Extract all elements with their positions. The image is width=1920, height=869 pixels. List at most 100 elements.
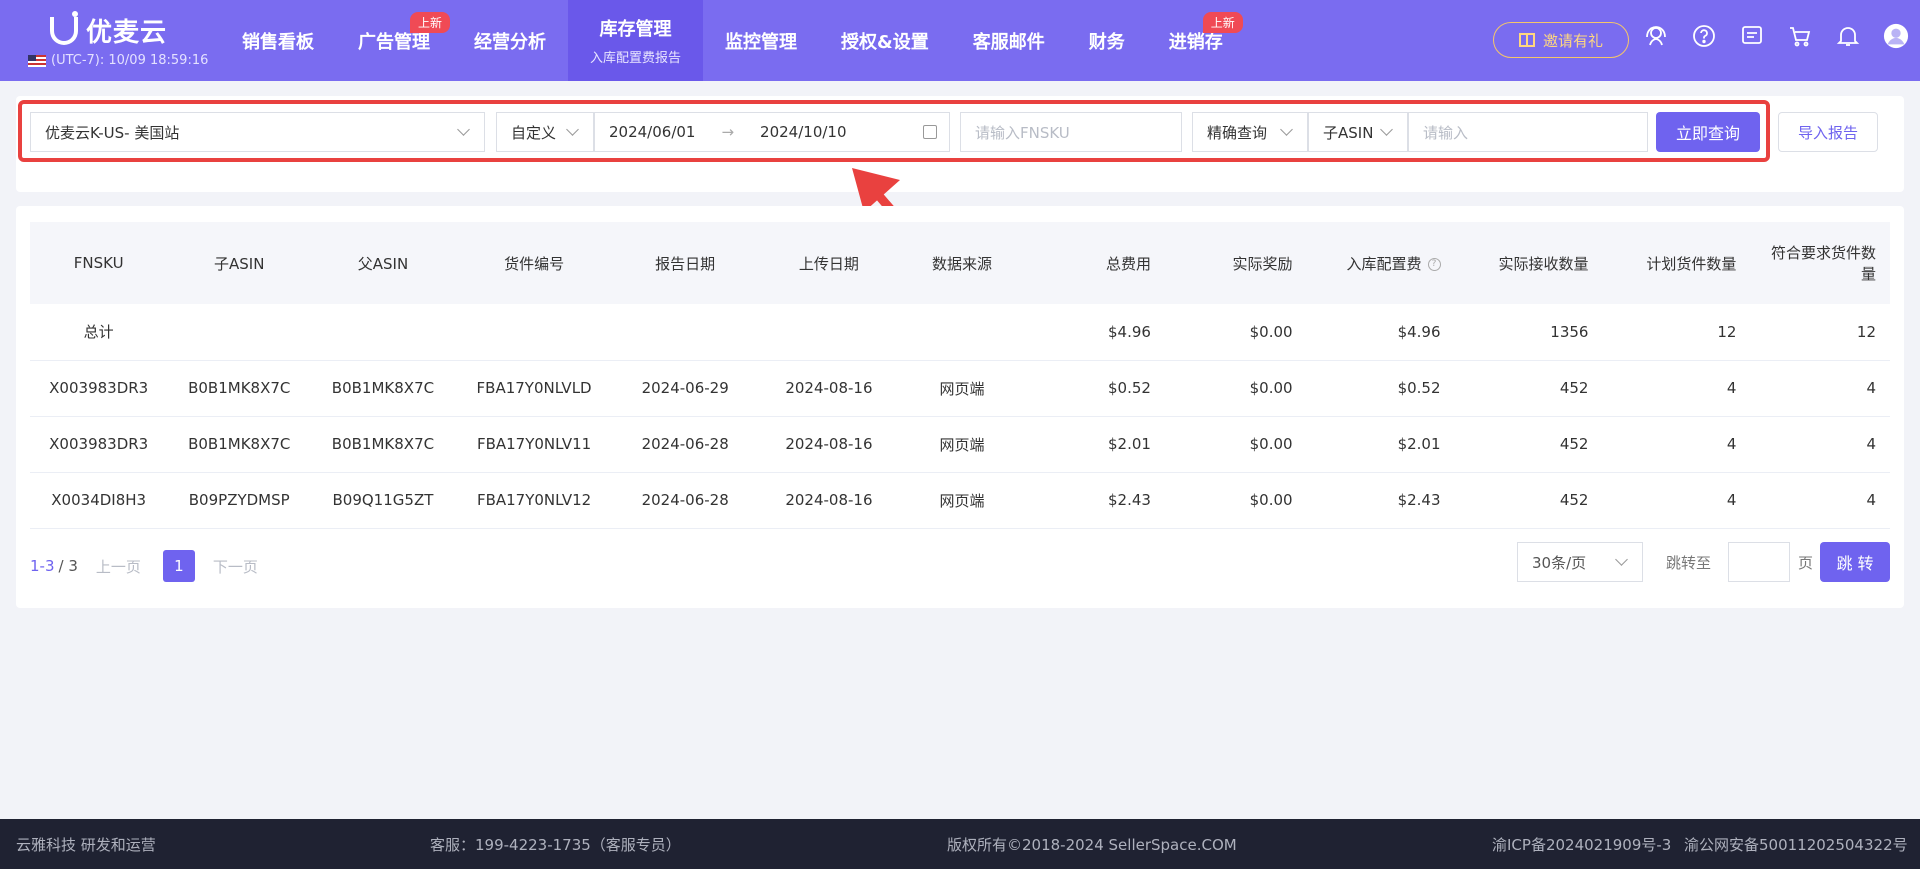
jump-unit: 页	[1798, 554, 1814, 572]
column-header[interactable]: 数据来源	[900, 222, 1024, 304]
logo-text: 优麦云	[86, 18, 168, 48]
nav-item-6[interactable]: 客服邮件	[951, 0, 1067, 81]
column-header[interactable]: 实际奖励	[1164, 222, 1307, 304]
column-header-label: 货件编号	[504, 254, 565, 273]
gift-icon	[1518, 33, 1535, 47]
footer-icp[interactable]: 渝ICP备2024021909号-3	[1492, 834, 1671, 855]
cell-planned: 4	[1602, 472, 1751, 529]
empty-cell	[900, 304, 1024, 361]
table-row[interactable]: X0034DI8H3 B09PZYDMSP B09Q11G5ZT FBA17Y0NLV…	[30, 472, 1890, 529]
prev-page-button[interactable]: 上一页	[96, 556, 141, 577]
total-total-fee: $4.96	[1023, 304, 1165, 361]
header-icons	[1642, 22, 1910, 50]
column-header[interactable]: 计划货件数量	[1602, 222, 1751, 304]
column-header-label: 上传日期	[798, 254, 859, 273]
nav-item-3[interactable]: 库存管理 入库配置费报告	[568, 0, 704, 81]
cell-child-asin: B0B1MK8X7C	[167, 416, 312, 473]
help-icon[interactable]	[1690, 22, 1718, 50]
invite-label: 邀请有礼	[1542, 31, 1603, 50]
nav-item-1[interactable]: 广告管理 上新	[336, 0, 452, 81]
page-size-value: 30条/页	[1532, 553, 1587, 572]
cell-inbound-fee: $0.52	[1306, 360, 1455, 417]
cell-qualified: 4	[1750, 416, 1890, 473]
footer-police[interactable]: 渝公网安备50011202504322号	[1684, 834, 1908, 855]
column-header[interactable]: 实际接收数量	[1454, 222, 1603, 304]
cell-fnsku: X0034DI8H3	[30, 472, 168, 529]
cell-shipment: FBA17Y0NLV12	[454, 472, 614, 529]
cell-child-asin: B09PZYDMSP	[167, 472, 312, 529]
column-header[interactable]: 入库配置费?	[1306, 222, 1455, 304]
nav-item-2[interactable]: 经营分析	[452, 0, 568, 81]
nav-item-0[interactable]: 销售看板	[220, 0, 336, 81]
cell-total-fee: $2.43	[1023, 472, 1165, 529]
jump-button[interactable]: 跳 转	[1820, 542, 1890, 582]
nav-item-label: 监控管理	[725, 31, 798, 53]
table-row[interactable]: X003983DR3 B0B1MK8X7C B0B1MK8X7C FBA17Y0NLV…	[30, 360, 1890, 417]
help-icon[interactable]: ?	[1427, 257, 1441, 271]
column-header[interactable]: 父ASIN	[311, 222, 455, 304]
user-avatar-icon[interactable]	[1882, 22, 1910, 50]
pagination: 1-3 / 3 上一页 1 下一页	[30, 550, 258, 582]
logo-icon	[50, 10, 78, 45]
table-body: 总计 $4.96 $0.00 $4.96 1356 12 12 X003983DR3 B0B1M…	[30, 304, 1890, 529]
empty-cell	[454, 304, 614, 361]
total-inbound-fee: $4.96	[1306, 304, 1455, 361]
service-icon[interactable]	[1642, 22, 1670, 50]
page-size-select[interactable]: 30条/页	[1517, 542, 1643, 582]
cell-parent-asin: B09Q11G5ZT	[311, 472, 455, 529]
jump-page-input[interactable]	[1728, 542, 1790, 582]
column-header[interactable]: FNSKU	[30, 222, 168, 304]
nav-item-sub[interactable]: 入库配置费报告	[590, 47, 681, 66]
column-header[interactable]: 符合要求货件数量	[1750, 222, 1890, 304]
cell-report-date: 2024-06-28	[613, 416, 758, 473]
inbound-fee-table: FNSKU 子ASIN 父ASIN 货件编号 报告日期 上传日期 数据来源 总费用 实际奖励 入库…	[30, 222, 1890, 529]
message-icon[interactable]	[1738, 22, 1766, 50]
invite-button[interactable]: 邀请有礼	[1493, 22, 1629, 58]
nav-item-7[interactable]: 财务	[1067, 0, 1147, 81]
bell-icon[interactable]	[1834, 22, 1862, 50]
column-header-label: 总费用	[1105, 254, 1151, 273]
cell-report-date: 2024-06-29	[613, 360, 758, 417]
column-header-label: FNSKU	[73, 254, 124, 272]
footer-company: 云雅科技 研发和运营	[16, 836, 156, 854]
import-report-button[interactable]: 导入报告	[1778, 112, 1878, 152]
cart-icon[interactable]	[1786, 22, 1814, 50]
column-header[interactable]: 货件编号	[454, 222, 614, 304]
new-badge: 上新	[409, 12, 450, 33]
cell-total-fee: $0.52	[1023, 360, 1165, 417]
cell-parent-asin: B0B1MK8X7C	[311, 416, 455, 473]
column-header-label: 报告日期	[655, 254, 716, 273]
nav-item-label: 经营分析	[474, 31, 546, 53]
column-header[interactable]: 总费用	[1023, 222, 1165, 304]
cell-inbound-fee: $2.43	[1306, 472, 1455, 529]
column-header[interactable]: 子ASIN	[167, 222, 312, 304]
current-page-button[interactable]: 1	[162, 550, 195, 582]
timezone-clock: (UTC-7): 10/09 18:59:16	[28, 53, 208, 68]
column-header[interactable]: 报告日期	[613, 222, 758, 304]
cell-upload-date: 2024-08-16	[757, 416, 901, 473]
empty-cell	[613, 304, 758, 361]
column-header[interactable]: 上传日期	[757, 222, 901, 304]
logo[interactable]: 优麦云	[50, 10, 168, 49]
column-header-label: 数据来源	[932, 254, 993, 273]
new-badge: 上新	[1202, 12, 1243, 33]
total-planned: 12	[1602, 304, 1751, 361]
top-navbar: 优麦云 (UTC-7): 10/09 18:59:16 销售看板 广告管理 上新 经营…	[0, 0, 1920, 81]
cell-upload-date: 2024-08-16	[757, 472, 901, 529]
column-header-label: 符合要求货件数量	[1770, 244, 1876, 283]
empty-cell	[311, 304, 455, 361]
footer-service: 客服：199-4223-1735（客服专员）	[430, 836, 681, 854]
next-page-button[interactable]: 下一页	[213, 556, 258, 577]
cell-fnsku: X003983DR3	[30, 416, 168, 473]
total-label: 总计	[30, 304, 168, 361]
nav-item-4[interactable]: 监控管理	[703, 0, 819, 81]
column-header-label: 计划货件数量	[1646, 254, 1737, 273]
cell-child-asin: B0B1MK8X7C	[167, 360, 312, 417]
cell-received: 452	[1454, 360, 1603, 417]
nav-item-5[interactable]: 授权&设置	[819, 0, 951, 81]
nav-item-8[interactable]: 进销存 上新	[1147, 0, 1245, 81]
table-header-row: FNSKU 子ASIN 父ASIN 货件编号 报告日期 上传日期 数据来源 总费用 实际奖励 入库…	[30, 222, 1890, 304]
table-row[interactable]: X003983DR3 B0B1MK8X7C B0B1MK8X7C FBA17Y0NLV…	[30, 416, 1890, 473]
column-header-label: 实际接收数量	[1498, 254, 1589, 273]
footer: 云雅科技 研发和运营 客服：199-4223-1735（客服专员） 版权所有©2…	[0, 819, 1920, 869]
